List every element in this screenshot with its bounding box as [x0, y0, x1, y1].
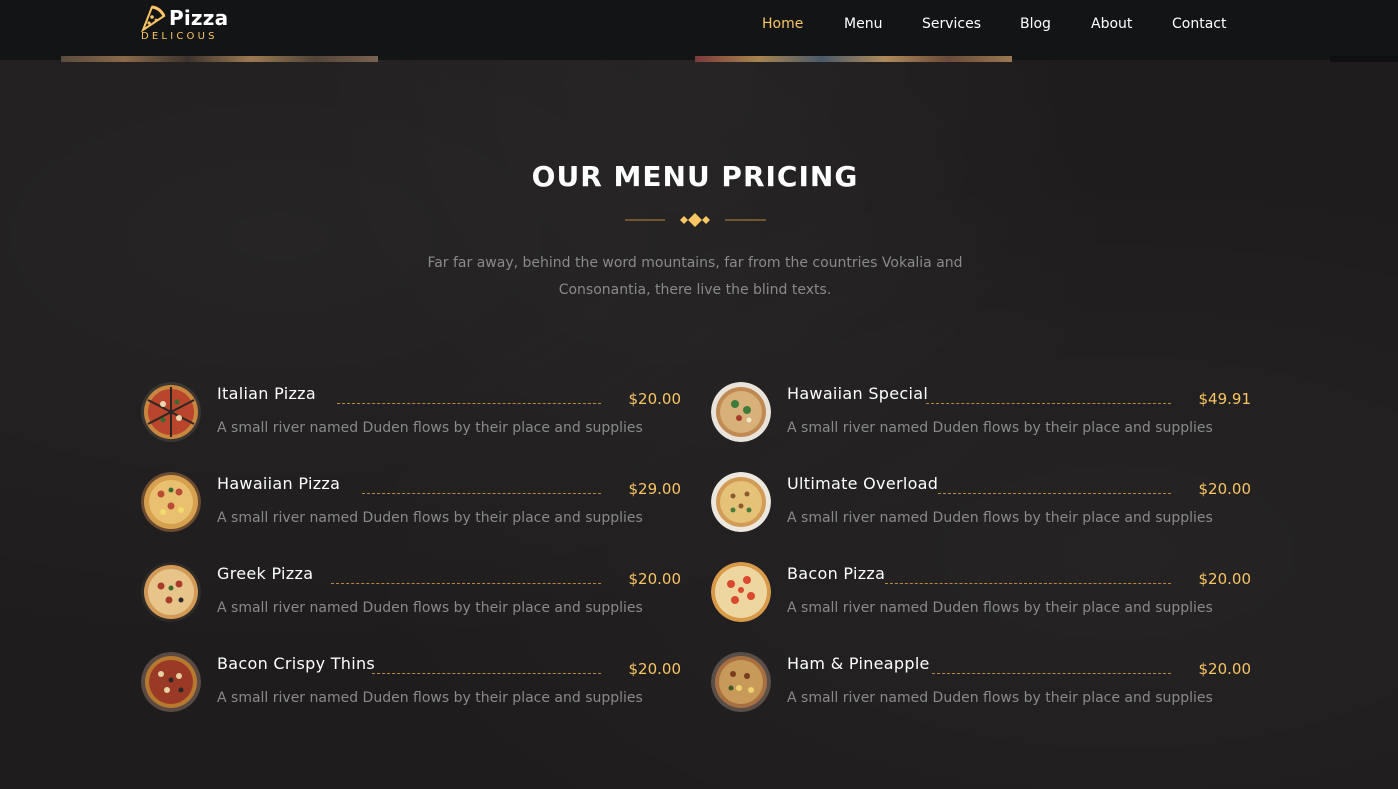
- intro-line-1: Far far away, behind the word mountains,…: [427, 255, 963, 271]
- menu-item-name: Hawaiian Pizza: [217, 474, 341, 493]
- nav-item-blog[interactable]: Blog: [1020, 16, 1051, 32]
- pizza-thumbnail: [141, 472, 201, 532]
- banner-image-strip: [61, 56, 378, 62]
- menu-item[interactable]: Hawaiian Special $49.91 A small river na…: [711, 382, 1251, 446]
- menu-item-name: Greek Pizza: [217, 564, 314, 583]
- intro-line-2: Consonantia, there live the blind texts.: [558, 282, 832, 298]
- menu-item-description: A small river named Duden flows by their…: [787, 690, 1213, 706]
- menu-item[interactable]: Hawaiian Pizza $29.00 A small river name…: [141, 472, 681, 536]
- menu-item[interactable]: Greek Pizza $20.00 A small river named D…: [141, 562, 681, 626]
- menu-item-name: Ham & Pineapple: [787, 654, 930, 673]
- menu-item[interactable]: Ultimate Overload $20.00 A small river n…: [711, 472, 1251, 536]
- navbar: Pizza DELICOUS Home Menu Services Blog A…: [0, 0, 1398, 60]
- menu-item[interactable]: Bacon Pizza $20.00 A small river named D…: [711, 562, 1251, 626]
- dotted-leader: [885, 583, 1171, 584]
- menu-item-name: Italian Pizza: [217, 384, 316, 403]
- nav-item-contact[interactable]: Contact: [1172, 16, 1226, 32]
- menu-item-description: A small river named Duden flows by their…: [217, 690, 643, 706]
- menu-item-description: A small river named Duden flows by their…: [217, 420, 643, 436]
- dotted-leader: [337, 403, 601, 404]
- pizza-thumbnail: [141, 562, 201, 622]
- menu-item-name: Ultimate Overload: [787, 474, 939, 493]
- pizza-thumbnail: [141, 652, 201, 712]
- menu-item-price: $20.00: [1198, 480, 1252, 498]
- menu-item-description: A small river named Duden flows by their…: [217, 600, 643, 616]
- nav-item-home[interactable]: Home: [762, 16, 803, 32]
- pizza-thumbnail: [141, 382, 201, 442]
- menu-item-description: A small river named Duden flows by their…: [787, 420, 1213, 436]
- section-title: OUR MENU PRICING: [531, 160, 859, 193]
- menu-item-description: A small river named Duden flows by their…: [217, 510, 643, 526]
- dotted-leader: [926, 403, 1171, 404]
- dotted-leader: [938, 493, 1171, 494]
- menu-item-price: $20.00: [628, 390, 682, 408]
- main-nav: Home Menu Services Blog About Contact: [0, 16, 1398, 36]
- menu-item-price: $20.00: [1198, 570, 1252, 588]
- menu-item-name: Bacon Pizza: [787, 564, 886, 583]
- menu-item-description: A small river named Duden flows by their…: [787, 510, 1213, 526]
- menu-item[interactable]: Italian Pizza $20.00 A small river named…: [141, 382, 681, 446]
- pizza-thumbnail: [711, 472, 771, 532]
- pizza-thumbnail: [711, 382, 771, 442]
- menu-item-name: Bacon Crispy Thins: [217, 654, 376, 673]
- dotted-leader: [362, 493, 601, 494]
- diamond-divider-icon: [625, 212, 766, 228]
- pizza-thumbnail: [711, 562, 771, 622]
- menu-item-description: A small river named Duden flows by their…: [787, 600, 1213, 616]
- dotted-leader: [331, 583, 601, 584]
- dotted-leader: [372, 673, 601, 674]
- menu-item-price: $29.00: [628, 480, 682, 498]
- nav-item-menu[interactable]: Menu: [844, 16, 882, 32]
- menu-item-price: $49.91: [1198, 390, 1252, 408]
- menu-item-price: $20.00: [628, 660, 682, 678]
- menu-item-price: $20.00: [628, 570, 682, 588]
- nav-item-services[interactable]: Services: [922, 16, 981, 32]
- section-intro: Far far away, behind the word mountains,…: [400, 250, 990, 304]
- menu-item[interactable]: Bacon Crispy Thins $20.00 A small river …: [141, 652, 681, 716]
- menu-item[interactable]: Ham & Pineapple $20.00 A small river nam…: [711, 652, 1251, 716]
- nav-item-about[interactable]: About: [1091, 16, 1132, 32]
- pizza-thumbnail: [711, 652, 771, 712]
- banner-image-strip: [695, 56, 1012, 62]
- dotted-leader: [932, 673, 1171, 674]
- banner-image-strip: [1330, 56, 1398, 62]
- menu-item-name: Hawaiian Special: [787, 384, 929, 403]
- menu-item-price: $20.00: [1198, 660, 1252, 678]
